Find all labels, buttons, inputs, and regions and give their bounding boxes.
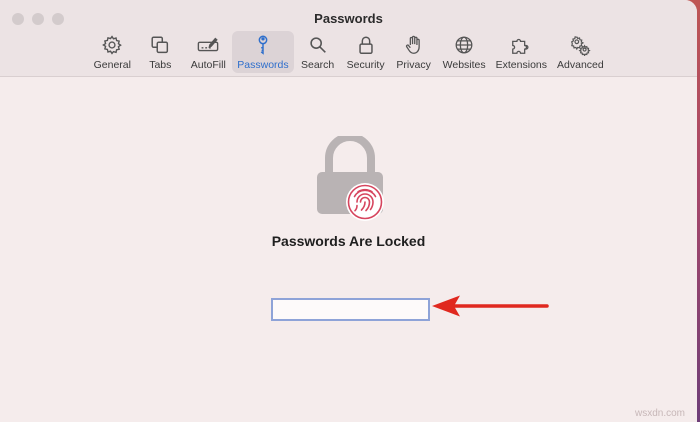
key-icon — [258, 35, 268, 55]
autofill-icon — [197, 37, 219, 52]
search-icon — [309, 37, 326, 53]
locked-padlock-icon — [317, 136, 384, 221]
gear-icon — [102, 35, 123, 55]
tab-search-label: Search — [301, 59, 335, 71]
passwords-pane: Passwords Are Locked wsxdn.com — [0, 77, 697, 422]
tab-tabs-label: Tabs — [149, 59, 172, 71]
tab-privacy-label: Privacy — [396, 59, 431, 71]
preferences-toolbar: General Tabs AutoFill Passwords Search S… — [0, 31, 697, 73]
tab-extensions[interactable]: Extensions — [491, 31, 552, 73]
tabs-icon — [151, 36, 169, 54]
tab-advanced[interactable]: Advanced — [552, 31, 609, 73]
locked-heading: Passwords Are Locked — [271, 233, 426, 249]
hand-icon — [405, 35, 420, 54]
tab-websites[interactable]: Websites — [438, 31, 491, 73]
puzzle-icon — [512, 38, 529, 54]
tab-security[interactable]: Security — [342, 31, 390, 73]
tab-tabs[interactable]: Tabs — [136, 31, 184, 73]
tab-advanced-label: Advanced — [557, 59, 604, 71]
window-title: Passwords — [314, 11, 383, 26]
fingerprint-icon — [346, 183, 384, 221]
titlebar: Passwords General Tabs AutoFill Password… — [0, 0, 697, 77]
tab-general[interactable]: General — [88, 31, 136, 73]
globe-icon — [455, 36, 473, 54]
gears-icon — [571, 36, 592, 56]
tab-passwords-label: Passwords — [237, 59, 289, 71]
tab-extensions-label: Extensions — [495, 59, 548, 71]
tab-search[interactable]: Search — [294, 31, 342, 73]
tab-passwords[interactable]: Passwords — [232, 31, 294, 73]
tab-autofill-label: AutoFill — [190, 59, 226, 71]
lock-icon — [358, 36, 373, 54]
tab-general-label: General — [93, 59, 131, 71]
annotation-arrow — [432, 295, 549, 317]
tab-websites-label: Websites — [442, 59, 486, 71]
password-field[interactable] — [271, 298, 430, 321]
preferences-window: Passwords General Tabs AutoFill Password… — [0, 0, 697, 422]
watermark: wsxdn.com — [634, 408, 685, 419]
tab-privacy[interactable]: Privacy — [390, 31, 438, 73]
tab-autofill[interactable]: AutoFill — [184, 31, 232, 73]
tab-security-label: Security — [346, 59, 385, 71]
